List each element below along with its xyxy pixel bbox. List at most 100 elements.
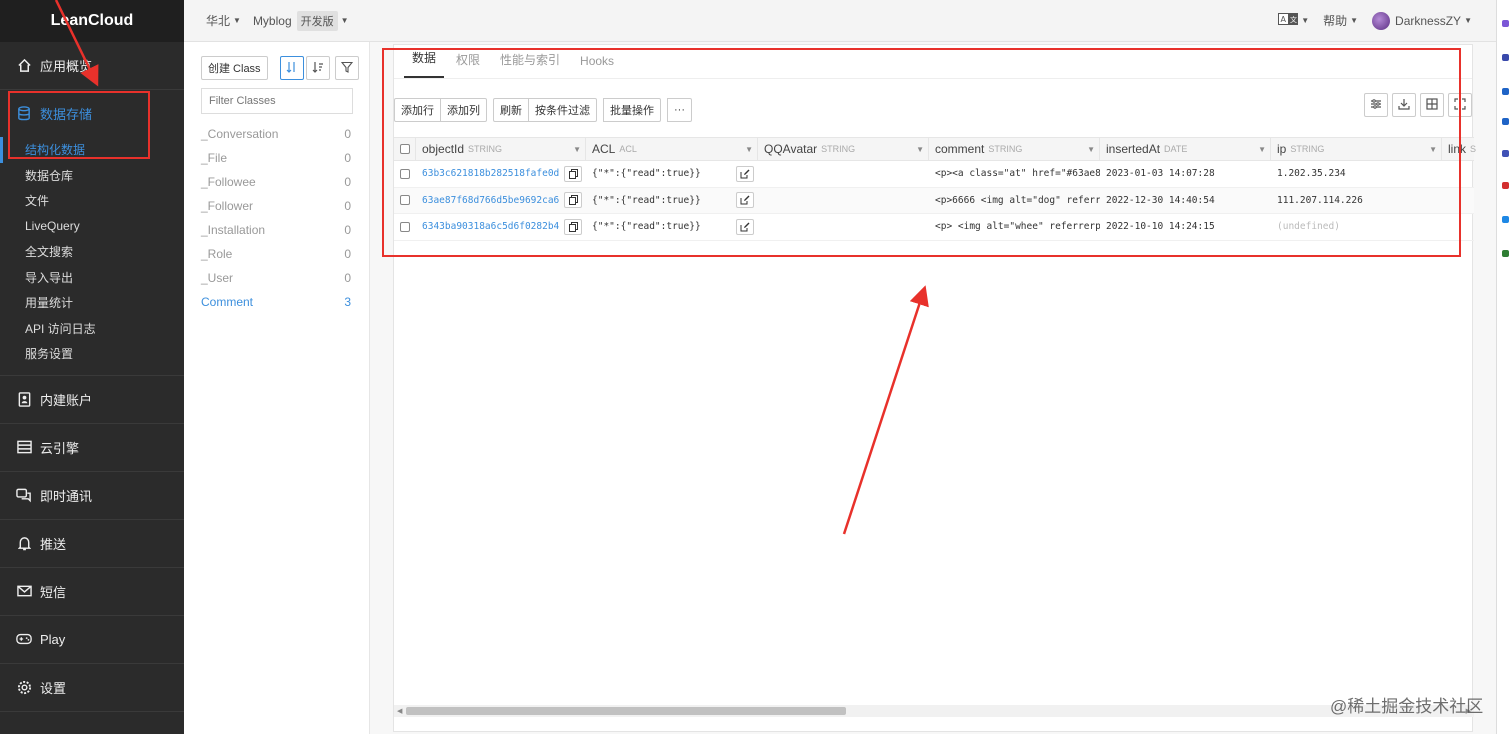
class-item[interactable]: _Conversation 0 xyxy=(184,122,369,146)
column-header[interactable]: QQAvatar STRING ▼ xyxy=(758,137,929,161)
nav-item-push[interactable]: 推送 xyxy=(0,520,184,567)
object-id-cell[interactable]: 6343ba90318a6c5d6f0282b4 xyxy=(416,214,586,240)
refresh-button[interactable]: 刷新 xyxy=(493,98,529,122)
nav-item-storage[interactable]: 数据存储 xyxy=(0,90,184,137)
column-header[interactable]: ip STRING ▼ xyxy=(1271,137,1442,161)
add-row-button[interactable]: 添加行 xyxy=(394,98,441,122)
extension-icon[interactable] xyxy=(1502,182,1509,189)
edit-icon[interactable] xyxy=(736,192,754,209)
class-item[interactable]: _User 0 xyxy=(184,266,369,290)
sort-count-button[interactable] xyxy=(305,56,330,80)
app-selector[interactable]: Myblog 开发版 ▼ xyxy=(253,10,349,31)
class-item[interactable]: _Role 0 xyxy=(184,242,369,266)
create-class-button[interactable]: 创建 Class xyxy=(201,56,268,80)
object-id[interactable]: 63ae87f68d766d5be9692ca6 xyxy=(422,195,559,206)
sort-name-button[interactable] xyxy=(279,56,304,80)
sidebar-item-import-export[interactable]: 导入导出 xyxy=(0,265,184,291)
acl-cell[interactable]: {"*":{"read":true}} xyxy=(586,161,758,187)
edit-icon[interactable] xyxy=(736,165,754,182)
export-button[interactable] xyxy=(1392,93,1416,117)
nav-item-play[interactable]: Play xyxy=(0,616,184,663)
copy-icon[interactable] xyxy=(564,165,582,182)
filter-classes-input[interactable] xyxy=(201,88,353,114)
more-button[interactable]: ··· xyxy=(667,98,692,122)
row-checkbox[interactable] xyxy=(400,168,410,179)
class-item[interactable]: _Installation 0 xyxy=(184,218,369,242)
sidebar-item-livequery[interactable]: LiveQuery xyxy=(0,214,184,240)
filter-button[interactable] xyxy=(334,56,359,80)
nav-item-im[interactable]: 即时通讯 xyxy=(0,472,184,519)
sidebar-item-fulltext-search[interactable]: 全文搜索 xyxy=(0,239,184,265)
comment-cell[interactable]: <p> <img alt="whee" referrerpoli xyxy=(929,214,1100,240)
table-view-button[interactable] xyxy=(1420,93,1444,117)
class-item[interactable]: _Follower 0 xyxy=(184,194,369,218)
inserted-at-cell[interactable]: 2023-01-03 14:07:28 xyxy=(1100,161,1271,187)
scrollbar-thumb[interactable] xyxy=(406,707,846,715)
tab-performance-index[interactable]: 性能与索引 xyxy=(492,51,568,78)
comment-cell[interactable]: <p>6666 <img alt="dog" referrerp xyxy=(929,187,1100,213)
inserted-at-cell[interactable]: 2022-12-30 14:40:54 xyxy=(1100,187,1271,213)
extension-icon[interactable] xyxy=(1502,88,1509,95)
scroll-left-icon[interactable]: ◀ xyxy=(397,707,402,715)
sidebar-item-api-log[interactable]: API 访问日志 xyxy=(0,316,184,342)
user-menu[interactable]: DarknessZY ▼ xyxy=(1372,11,1472,30)
class-item[interactable]: _Followee 0 xyxy=(184,170,369,194)
add-column-button[interactable]: 添加列 xyxy=(440,98,487,122)
nav-item-overview[interactable]: 应用概览 xyxy=(0,42,184,89)
nav-item-settings[interactable]: 设置 xyxy=(0,664,184,711)
class-item-comment[interactable]: Comment 3 xyxy=(184,290,369,314)
horizontal-scrollbar[interactable]: ◀ ▶ xyxy=(394,705,1474,717)
tab-data[interactable]: 数据 xyxy=(404,49,445,78)
column-header[interactable]: comment STRING ▼ xyxy=(929,137,1100,161)
sidebar-item-usage-stats[interactable]: 用量统计 xyxy=(0,290,184,316)
filter-conditions-button[interactable]: 按条件过滤 xyxy=(528,98,597,122)
object-id-cell[interactable]: 63ae87f68d766d5be9692ca6 xyxy=(416,187,586,213)
nav-item-engine[interactable]: 云引擎 xyxy=(0,424,184,471)
batch-operations-button[interactable]: 批量操作 xyxy=(603,98,661,122)
extension-icon[interactable] xyxy=(1502,250,1509,257)
column-header[interactable]: ACL ACL ▼ xyxy=(586,137,758,161)
row-checkbox[interactable] xyxy=(400,221,410,232)
acl-cell[interactable]: {"*":{"read":true}} xyxy=(586,187,758,213)
select-all-checkbox[interactable] xyxy=(400,144,410,154)
extension-icon[interactable] xyxy=(1502,20,1509,27)
nav-item-accounts[interactable]: 内建账户 xyxy=(0,376,184,423)
nav-item-sms[interactable]: 短信 xyxy=(0,568,184,615)
object-id[interactable]: 6343ba90318a6c5d6f0282b4 xyxy=(422,221,559,232)
column-header[interactable]: objectId STRING ▼ xyxy=(416,137,586,161)
sidebar-item-data-warehouse[interactable]: 数据仓库 xyxy=(0,163,184,189)
extension-icon[interactable] xyxy=(1502,150,1509,157)
qqavatar-cell[interactable] xyxy=(758,161,929,187)
copy-icon[interactable] xyxy=(564,192,582,209)
edit-icon[interactable] xyxy=(736,218,754,235)
ip-cell[interactable]: (undefined) xyxy=(1271,214,1442,240)
row-checkbox[interactable] xyxy=(400,195,410,206)
object-id-cell[interactable]: 63b3c621818b282518fafe0d xyxy=(416,161,586,187)
region-selector[interactable]: 华北 ▼ xyxy=(206,12,241,29)
sidebar-item-service-settings[interactable]: 服务设置 xyxy=(0,341,184,367)
column-header[interactable]: link S xyxy=(1442,137,1476,161)
acl-cell[interactable]: {"*":{"read":true}} xyxy=(586,214,758,240)
class-item[interactable]: _File 0 xyxy=(184,146,369,170)
language-selector[interactable]: A文 ▼ xyxy=(1278,13,1309,28)
object-id[interactable]: 63b3c621818b282518fafe0d xyxy=(422,168,559,179)
tab-hooks[interactable]: Hooks xyxy=(572,54,622,78)
inserted-at-cell[interactable]: 2022-10-10 14:24:15 xyxy=(1100,214,1271,240)
ip-cell[interactable]: 1.202.35.234 xyxy=(1271,161,1442,187)
extension-icon[interactable] xyxy=(1502,54,1509,61)
copy-icon[interactable] xyxy=(564,218,582,235)
column-settings-button[interactable] xyxy=(1364,93,1388,117)
app-logo[interactable]: LeanCloud xyxy=(0,0,184,42)
column-header[interactable]: insertedAt DATE ▼ xyxy=(1100,137,1271,161)
comment-cell[interactable]: <p><a class="at" href="#63ae87f6 xyxy=(929,161,1100,187)
sidebar-item-files[interactable]: 文件 xyxy=(0,188,184,214)
help-menu[interactable]: 帮助 ▼ xyxy=(1323,12,1358,29)
ip-cell[interactable]: 111.207.114.226 xyxy=(1271,187,1442,213)
fullscreen-button[interactable] xyxy=(1448,93,1472,117)
qqavatar-cell[interactable] xyxy=(758,187,929,213)
sidebar-item-structured-data[interactable]: 结构化数据 xyxy=(0,137,184,163)
extension-icon[interactable] xyxy=(1502,118,1509,125)
qqavatar-cell[interactable] xyxy=(758,214,929,240)
tab-permissions[interactable]: 权限 xyxy=(448,51,488,78)
extension-icon[interactable] xyxy=(1502,216,1509,223)
